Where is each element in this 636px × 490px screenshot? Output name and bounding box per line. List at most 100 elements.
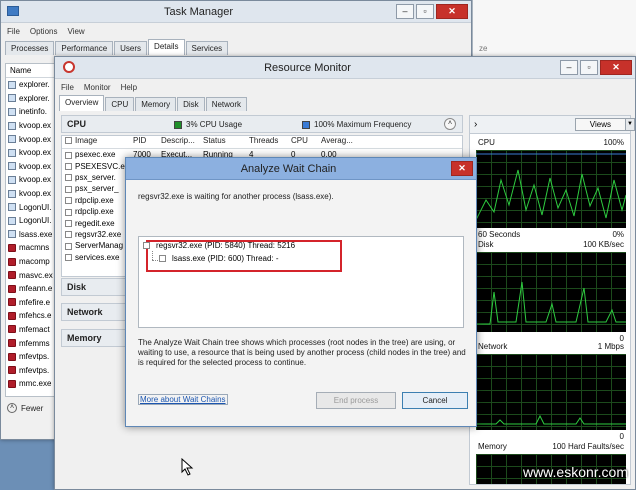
row-checkbox[interactable] xyxy=(65,151,72,159)
process-name: explorer. xyxy=(19,93,50,103)
row-checkbox[interactable] xyxy=(65,242,72,250)
rm-close-button[interactable]: ✕ xyxy=(600,60,632,75)
tree-node-checkbox[interactable] xyxy=(143,242,150,249)
process-list-item[interactable]: kvoop.ex xyxy=(6,146,58,160)
col-average[interactable]: Averag... xyxy=(318,136,358,148)
cell-image: regedit.exe xyxy=(62,219,130,228)
tab-network[interactable]: Network xyxy=(205,97,248,111)
row-checkbox[interactable] xyxy=(65,231,72,239)
col-description[interactable]: Descrip... xyxy=(158,136,200,148)
rm-menu-monitor[interactable]: Monitor xyxy=(84,83,111,92)
process-list-item[interactable]: mfemms xyxy=(6,336,58,350)
process-list-item[interactable]: explorer. xyxy=(6,78,58,92)
process-list-item[interactable]: mfevtps. xyxy=(6,350,58,364)
process-list-item[interactable]: LogonUI. xyxy=(6,200,58,214)
process-list-item[interactable]: mmc.exe xyxy=(6,377,58,391)
rm-menu-help[interactable]: Help xyxy=(121,83,137,92)
task-manager-title: Task Manager xyxy=(163,5,234,18)
minimize-button[interactable]: – xyxy=(396,4,414,19)
cell-image: rdpclip.exe xyxy=(62,196,130,205)
app-icon xyxy=(8,162,16,171)
tab-services[interactable]: Services xyxy=(185,41,229,55)
collapse-chevron-icon[interactable]: ˄ xyxy=(444,118,456,130)
resource-monitor-menubar: File Monitor Help xyxy=(55,79,635,95)
resource-monitor-titlebar[interactable]: Resource Monitor – ▫ ✕ xyxy=(55,57,635,79)
tree-node-child[interactable]: lsass.exe (PID: 600) Thread: - xyxy=(159,254,279,263)
maximize-button[interactable]: ▫ xyxy=(416,4,434,19)
process-list-item[interactable]: masvc.ex xyxy=(6,268,58,282)
network-graph-footer: 0 xyxy=(478,432,624,441)
process-list-item[interactable]: lsass.exe xyxy=(6,228,58,242)
col-image[interactable]: Image xyxy=(62,136,130,148)
rm-minimize-button[interactable]: – xyxy=(560,60,578,75)
process-list-item[interactable]: kvoop.ex xyxy=(6,173,58,187)
network-graph-labels: Network 1 Mbps xyxy=(478,342,624,351)
task-manager-titlebar[interactable]: Task Manager – ▫ ✕ xyxy=(1,1,471,23)
process-list-item[interactable]: mfevtps. xyxy=(6,363,58,377)
app-icon xyxy=(8,94,16,103)
tab-overview[interactable]: Overview xyxy=(59,95,105,111)
row-checkbox[interactable] xyxy=(65,219,72,227)
col-cpu[interactable]: CPU xyxy=(288,136,318,148)
wait-chain-tree[interactable]: regsvr32.exe (PID: 5840) Thread: 5216 ls… xyxy=(138,236,464,328)
tree-node-child-checkbox[interactable] xyxy=(159,255,166,262)
menu-options[interactable]: Options xyxy=(30,27,58,36)
mcafee-icon xyxy=(8,325,16,334)
tab-users[interactable]: Users xyxy=(114,41,148,55)
tab-disk[interactable]: Disk xyxy=(177,97,205,111)
dialog-close-button[interactable]: ✕ xyxy=(451,161,473,176)
menu-file[interactable]: File xyxy=(7,27,20,36)
tab-performance[interactable]: Performance xyxy=(55,41,114,55)
more-about-wait-chains-link[interactable]: More about Wait Chains xyxy=(138,394,228,405)
tab-processes[interactable]: Processes xyxy=(5,41,55,55)
tab-details[interactable]: Details xyxy=(148,39,185,55)
process-list-item[interactable]: mfefire.e xyxy=(6,296,58,310)
process-list-item[interactable]: inetinfo. xyxy=(6,105,58,119)
cpu-table-header: Image PID Descrip... Status Threads CPU … xyxy=(62,136,462,149)
process-list-item[interactable]: kvoop.ex xyxy=(6,132,58,146)
col-threads[interactable]: Threads xyxy=(246,136,288,148)
tree-node-root[interactable]: regsvr32.exe (PID: 5840) Thread: 5216 xyxy=(143,241,295,250)
end-process-button[interactable]: End process xyxy=(316,392,396,409)
row-checkbox[interactable] xyxy=(65,254,72,262)
dialog-titlebar[interactable]: Analyze Wait Chain ✕ xyxy=(126,158,476,180)
views-dropdown[interactable]: Views ▼ xyxy=(574,118,635,131)
column-header-name[interactable]: Name xyxy=(6,64,58,78)
row-checkbox[interactable] xyxy=(65,162,72,170)
expand-pane-icon[interactable]: › xyxy=(474,119,477,130)
task-manager-app-icon xyxy=(7,6,19,16)
process-list-item[interactable]: kvoop.ex xyxy=(6,119,58,133)
app-icon xyxy=(8,135,16,144)
close-button[interactable]: ✕ xyxy=(436,4,468,19)
process-list-item[interactable]: macmns xyxy=(6,241,58,255)
process-list-item[interactable]: mfehcs.e xyxy=(6,309,58,323)
cell-image: regsvr32.exe xyxy=(62,230,130,239)
rm-maximize-button[interactable]: ▫ xyxy=(580,60,598,75)
process-list-item[interactable]: LogonUI. xyxy=(6,214,58,228)
col-status[interactable]: Status xyxy=(200,136,246,148)
process-list-item[interactable]: mfeann.e xyxy=(6,282,58,296)
tab-memory[interactable]: Memory xyxy=(135,97,177,111)
process-list-item[interactable]: macomp xyxy=(6,255,58,269)
process-list-item[interactable]: explorer. xyxy=(6,92,58,106)
mcafee-icon xyxy=(8,271,16,280)
row-checkbox[interactable] xyxy=(65,174,72,182)
process-name: LogonUI. xyxy=(19,216,52,226)
process-name: masvc.ex xyxy=(19,270,53,280)
process-list-item[interactable]: mfemact xyxy=(6,323,58,337)
memory-section-label: Memory xyxy=(67,333,102,343)
cpu-section-header[interactable]: CPU 3% CPU Usage 100% Maximum Frequency … xyxy=(61,115,463,133)
process-list-item[interactable]: kvoop.ex xyxy=(6,187,58,201)
process-name: mfevtps. xyxy=(19,352,50,362)
row-checkbox[interactable] xyxy=(65,208,72,216)
tab-cpu[interactable]: CPU xyxy=(105,97,135,111)
process-list-item[interactable]: kvoop.ex xyxy=(6,160,58,174)
col-pid[interactable]: PID xyxy=(130,136,158,148)
process-list[interactable]: Name explorer. explorer. inetinfo. kvoop.ex… xyxy=(5,63,59,397)
row-checkbox[interactable] xyxy=(65,185,72,193)
rm-menu-file[interactable]: File xyxy=(61,83,74,92)
menu-view[interactable]: View xyxy=(67,27,84,36)
cancel-button[interactable]: Cancel xyxy=(402,392,468,409)
row-checkbox[interactable] xyxy=(65,197,72,205)
fewer-details-button[interactable]: ˄ Fewer xyxy=(7,403,43,413)
